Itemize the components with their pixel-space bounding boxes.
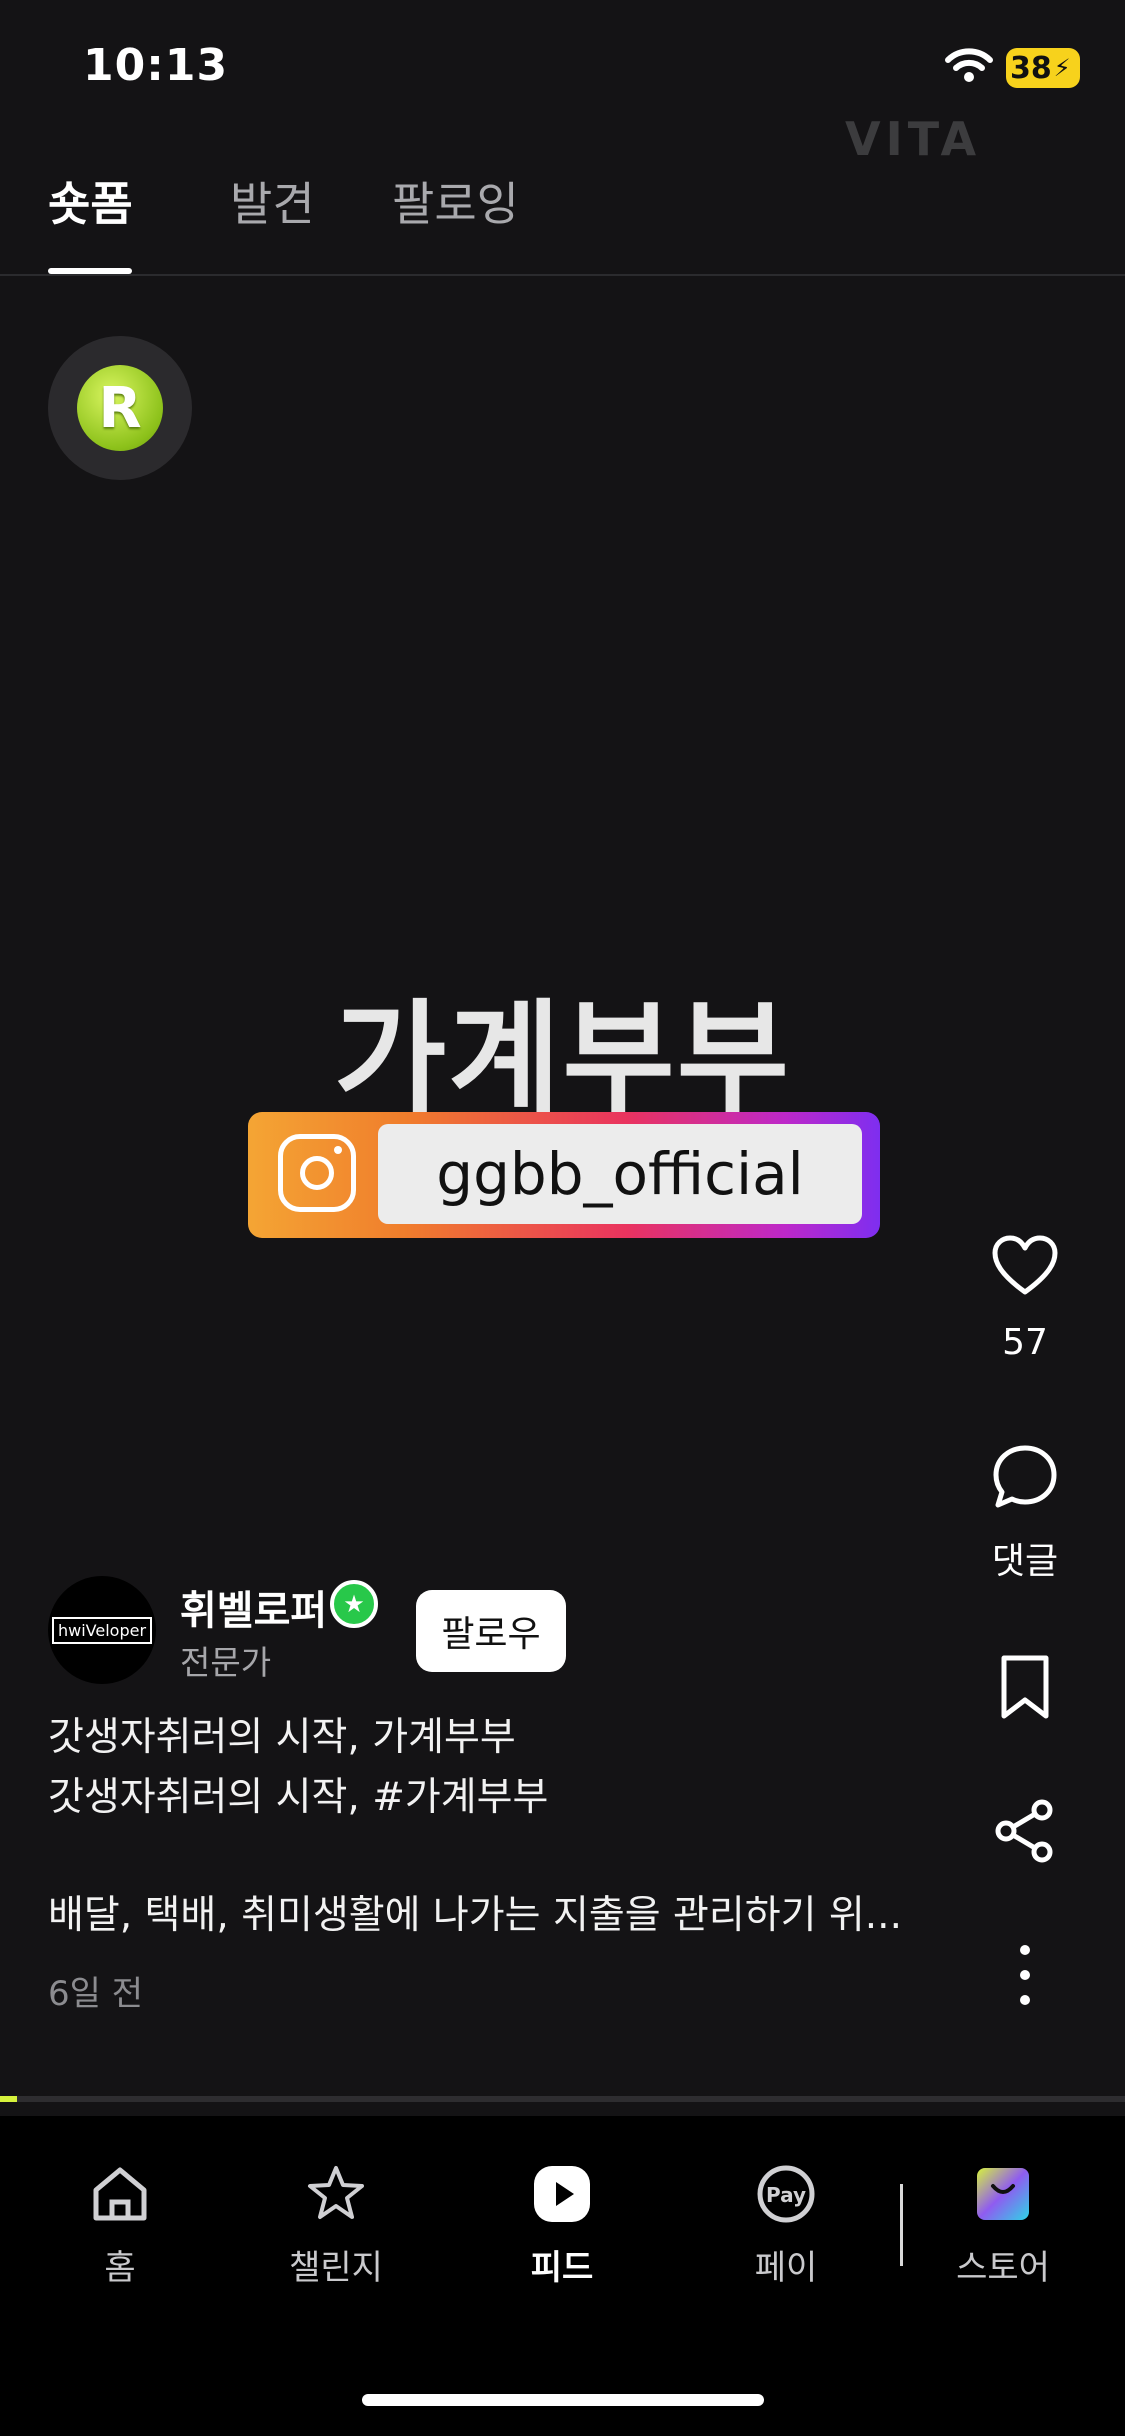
instagram-handle: ggbb_official: [378, 1124, 862, 1224]
video-progress-track[interactable]: [0, 2096, 1125, 2102]
avatar-logo-text: hwiVeloper: [51, 1616, 153, 1644]
star-icon: [308, 2166, 364, 2219]
wifi-icon: [945, 48, 993, 82]
instagram-icon: [278, 1134, 356, 1212]
play-icon: [534, 2166, 590, 2222]
author-avatar[interactable]: hwiVeloper: [48, 1576, 156, 1684]
tab-discover[interactable]: 발견: [230, 168, 315, 234]
status-time: 10:13: [83, 40, 229, 91]
post-time: 6일 전: [48, 1974, 143, 2014]
home-icon: [93, 2167, 147, 2221]
svg-text:Pay: Pay: [766, 2183, 806, 2207]
watermark-logo: VITA: [845, 112, 982, 166]
heart-icon[interactable]: [990, 1232, 1060, 1302]
shopping-bag-icon: [977, 2168, 1029, 2220]
verified-badge-icon: ★: [330, 1580, 378, 1628]
video-progress-fill: [0, 2096, 17, 2102]
nav-challenge[interactable]: 챌린지: [251, 2162, 421, 2289]
reward-button[interactable]: R: [48, 336, 192, 480]
reward-coin-icon: R: [77, 365, 163, 451]
caption-line-1: 갓생자취러의 시작, 가계부부: [48, 1715, 516, 1760]
video-title-overlay: 가계부부: [334, 988, 791, 1130]
comment-icon[interactable]: [990, 1442, 1060, 1512]
nav-feed[interactable]: 피드: [477, 2162, 647, 2289]
nav-pay[interactable]: Pay 페이: [701, 2162, 871, 2289]
comment-label: 댓글: [991, 1541, 1059, 1582]
caption-line-2[interactable]: 갓생자취러의 시작, #가계부부: [48, 1766, 548, 1822]
battery-level: 38: [1010, 50, 1052, 86]
nav-home[interactable]: 홈: [35, 2162, 205, 2289]
nav-store-label: 스토어: [956, 2248, 1050, 2288]
tab-divider: [0, 274, 1125, 276]
charging-icon: ⚡: [1053, 54, 1071, 82]
share-icon[interactable]: [990, 1796, 1060, 1866]
nav-challenge-label: 챌린지: [289, 2248, 383, 2288]
author-role: 전문가: [180, 1643, 272, 1682]
bookmark-icon[interactable]: [990, 1652, 1060, 1722]
battery-indicator: 38 ⚡: [1006, 48, 1080, 88]
nav-feed-label: 피드: [530, 2248, 594, 2288]
nav-store[interactable]: 스토어: [918, 2162, 1088, 2289]
nav-divider: [900, 2184, 903, 2266]
follow-button[interactable]: 팔로우: [416, 1590, 566, 1672]
like-count: 57: [1002, 1322, 1048, 1363]
tab-shortform[interactable]: 숏폼: [48, 168, 133, 234]
author-name[interactable]: 휘벨로퍼: [180, 1578, 327, 1636]
nav-home-label: 홈: [104, 2248, 136, 2288]
pay-icon: Pay: [757, 2165, 815, 2223]
nav-pay-label: 페이: [754, 2248, 818, 2288]
caption-line-3[interactable]: 배달, 택배, 취미생활에 나가는 지출을 관리하기 위...: [48, 1884, 902, 1940]
home-indicator: [362, 2394, 764, 2406]
instagram-badge: ggbb_official: [248, 1112, 880, 1238]
more-options-icon[interactable]: [990, 1940, 1060, 2010]
tab-following[interactable]: 팔로잉: [392, 168, 519, 234]
